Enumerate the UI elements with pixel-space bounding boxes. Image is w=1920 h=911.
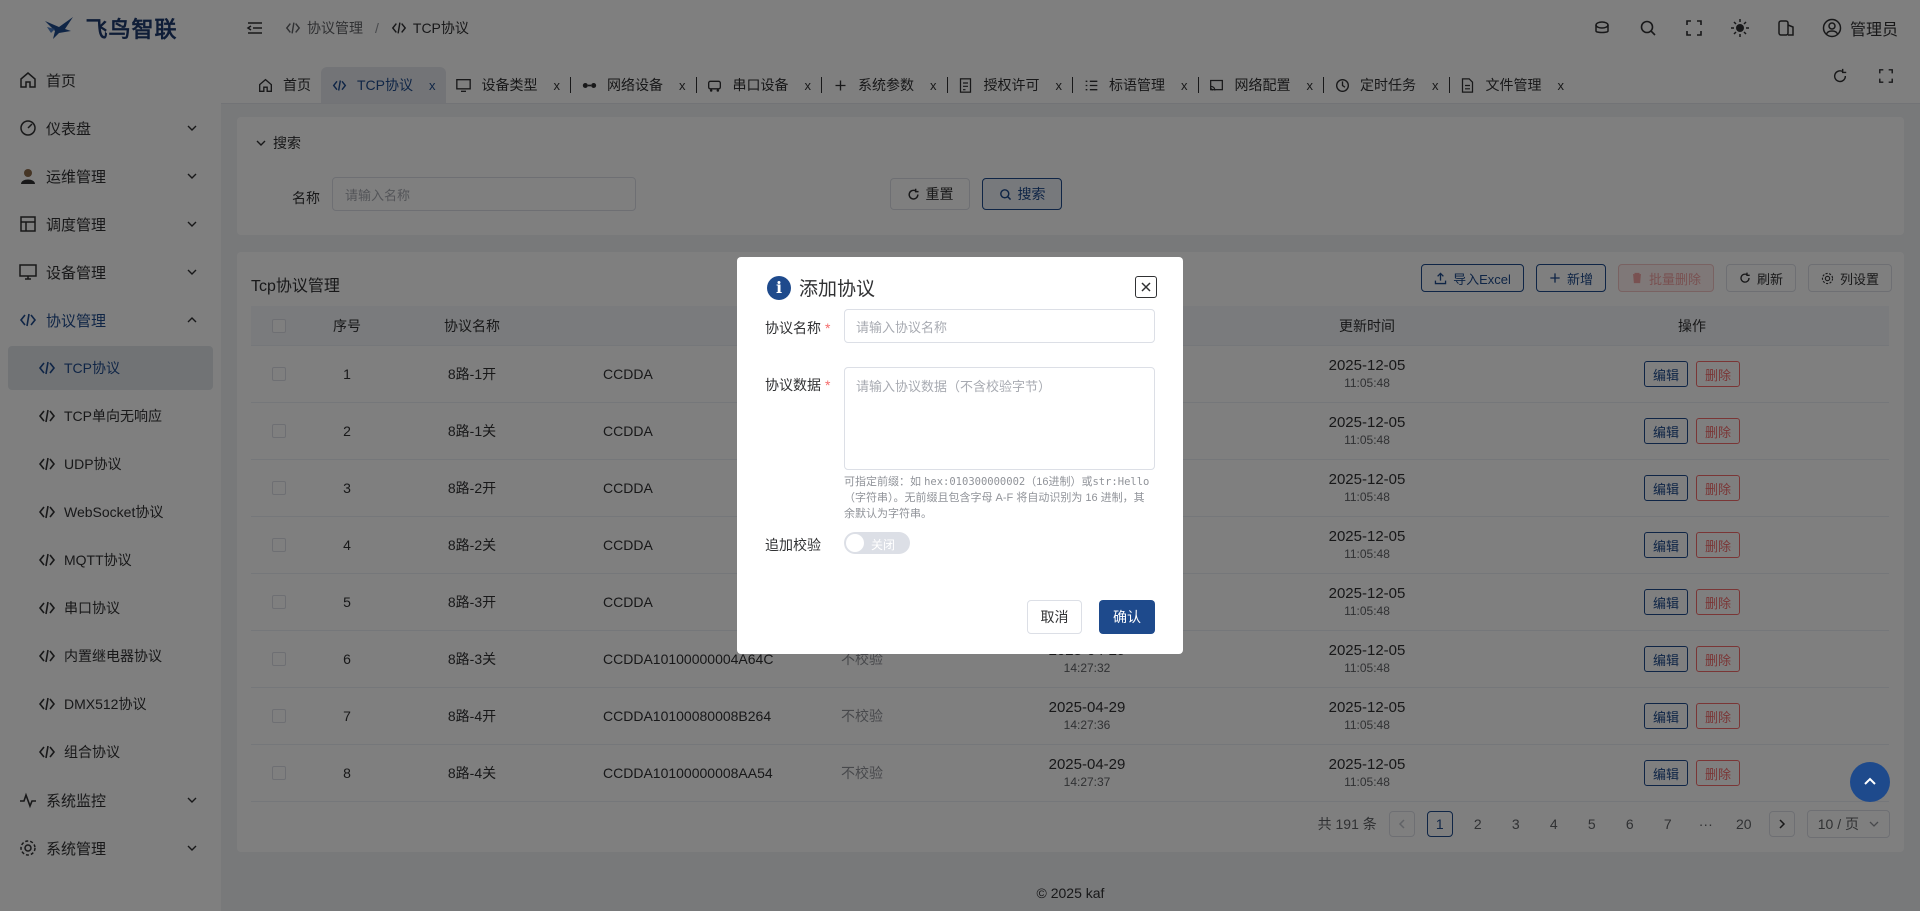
- protocol-name-label-text: 协议名称: [765, 320, 821, 336]
- switch-knob: [846, 534, 864, 552]
- checksum-switch[interactable]: 关闭: [844, 532, 910, 554]
- protocol-data-hint: 可指定前缀：如 hex:010300000002（16进制）或str:Hello…: [844, 476, 1150, 520]
- required-mark: *: [825, 377, 831, 393]
- checksum-label: 追加校验: [765, 537, 821, 553]
- confirm-button[interactable]: 确认: [1099, 600, 1155, 634]
- required-mark: *: [825, 320, 831, 336]
- cancel-button[interactable]: 取消: [1027, 600, 1082, 634]
- protocol-name-input[interactable]: 请输入协议名称: [844, 309, 1155, 343]
- add-protocol-dialog: i 添加协议 协议名称 * 请输入协议名称 协议数据 * 请输入协议数据（不含校验字…: [737, 257, 1183, 654]
- chevron-up-icon: [1864, 777, 1876, 785]
- switch-text: 关闭: [871, 538, 896, 552]
- info-icon: i: [767, 275, 791, 300]
- protocol-data-textarea[interactable]: 请输入协议数据（不含校验字节）: [844, 367, 1155, 470]
- dialog-header: i 添加协议: [767, 274, 875, 301]
- dialog-title: 添加协议: [799, 279, 876, 300]
- back-to-top-button[interactable]: [1850, 762, 1890, 802]
- close-icon[interactable]: [1135, 276, 1157, 298]
- protocol-name-label: 协议名称 *: [765, 318, 830, 338]
- protocol-data-label-text: 协议数据: [765, 377, 821, 393]
- protocol-data-label: 协议数据 *: [765, 375, 830, 395]
